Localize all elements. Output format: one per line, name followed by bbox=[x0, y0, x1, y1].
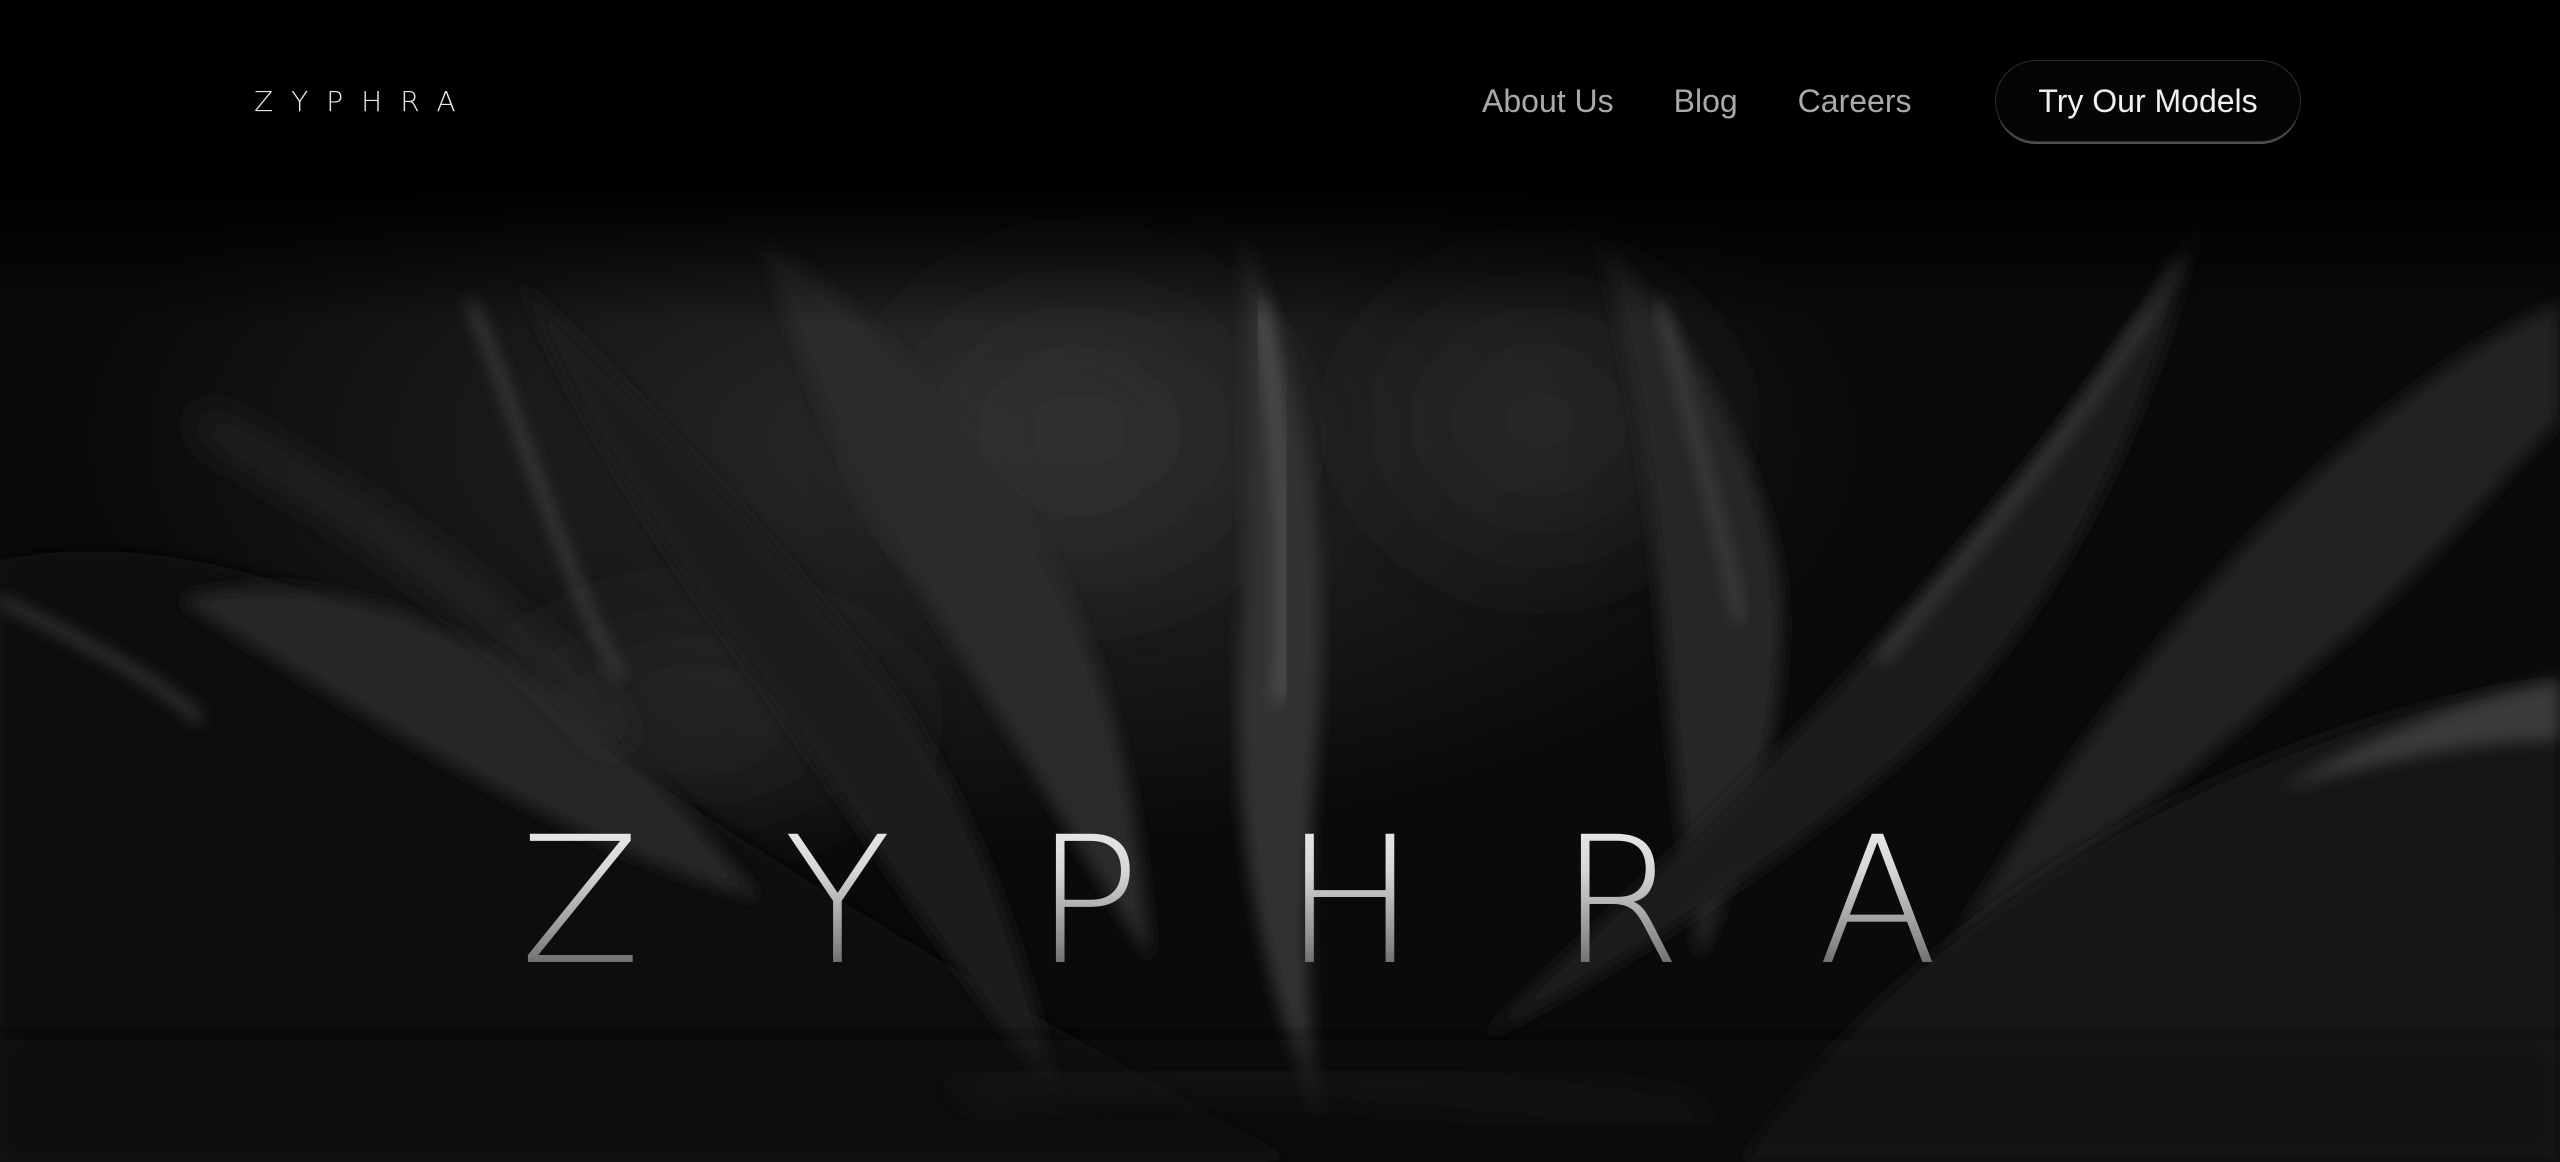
nav-links: About Us Blog Careers bbox=[1482, 78, 1911, 124]
nav-link-about-us[interactable]: About Us bbox=[1482, 78, 1614, 124]
try-our-models-button[interactable]: Try Our Models bbox=[1995, 60, 2301, 142]
landing-page: ZYPHRA About Us Blog Careers Try Our Mod… bbox=[0, 0, 2560, 1162]
brand-logo[interactable]: ZYPHRA bbox=[254, 84, 474, 120]
top-navigation: ZYPHRA About Us Blog Careers Try Our Mod… bbox=[0, 0, 2560, 205]
hero-title-text: ZYPHRA bbox=[520, 810, 2040, 970]
hero-wordmark: ZYPHRA bbox=[0, 810, 2560, 970]
try-our-models-label: Try Our Models bbox=[2038, 82, 2258, 119]
nav-link-careers[interactable]: Careers bbox=[1798, 78, 1912, 124]
nav-link-blog[interactable]: Blog bbox=[1674, 78, 1738, 124]
